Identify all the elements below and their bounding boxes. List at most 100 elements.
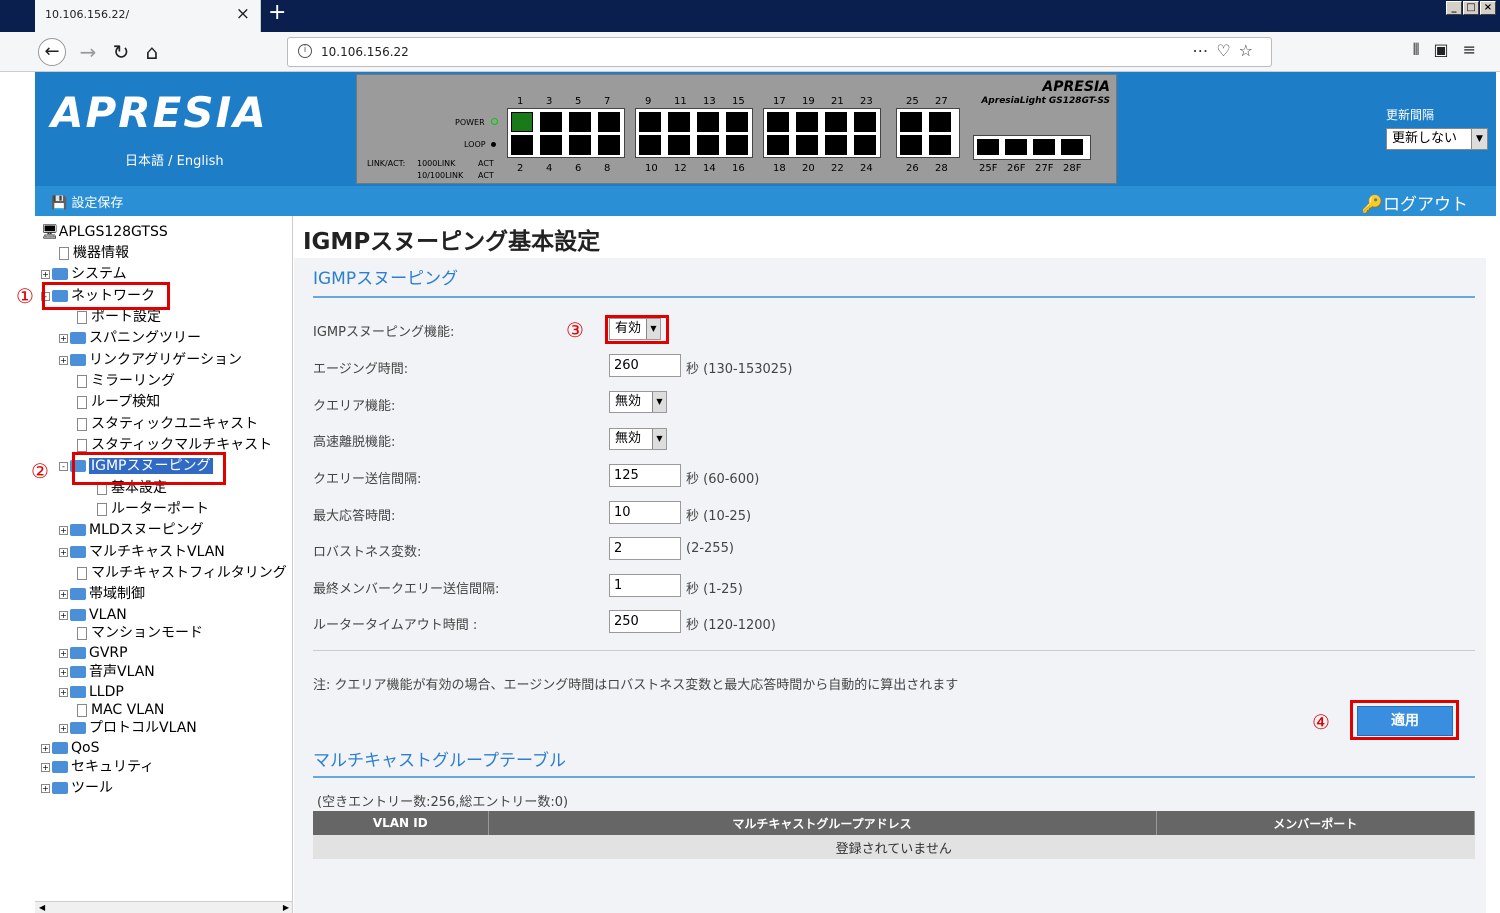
sidebar-item-port-settings[interactable]: ポート設定	[77, 308, 161, 326]
port-21-icon	[825, 112, 847, 132]
scroll-right-icon[interactable]: ▶	[283, 903, 289, 912]
sidebar-item-label: マンションモード	[91, 625, 203, 641]
sidebar-item-system[interactable]: + システム	[41, 265, 127, 283]
port-number-top: 1	[517, 96, 524, 107]
sfp-port-number: 27F	[1035, 163, 1054, 174]
sidebar-item-mirroring[interactable]: ミラーリング	[77, 372, 175, 390]
sidebar-item-mac-vlan[interactable]: MAC VLAN	[77, 701, 164, 719]
info-icon[interactable]: i	[298, 44, 312, 58]
sidebar-item-security[interactable]: + セキュリティ	[41, 758, 154, 776]
tab-close-icon[interactable]: ×	[236, 4, 250, 24]
col-vlan-id: VLAN ID	[313, 811, 489, 835]
max-resp-input[interactable]: 10	[609, 501, 681, 524]
browser-tab[interactable]: 10.106.156.22/ ×	[35, 0, 261, 32]
chevron-down-icon[interactable]: ▼	[652, 429, 666, 449]
document-icon	[77, 374, 87, 388]
expand-icon[interactable]: +	[59, 610, 68, 620]
sidebar-item-device-info[interactable]: 機器情報	[59, 244, 129, 262]
sidebar-item-mld-snooping[interactable]: + MLDスヌーピング	[59, 521, 204, 539]
scroll-left-icon[interactable]: ◀	[39, 903, 45, 912]
new-tab-icon[interactable]: +	[268, 0, 286, 25]
forward-arrow-icon[interactable]: →	[74, 38, 102, 66]
max-resp-unit: 秒 (10-25)	[686, 509, 752, 524]
reload-icon[interactable]: ↻	[107, 38, 135, 66]
annotation-number-3: ③	[566, 318, 584, 342]
sidebar-item-bandwidth[interactable]: + 帯域制御	[59, 585, 145, 603]
chevron-down-icon[interactable]: ▼	[1471, 129, 1487, 149]
port-12-icon	[668, 135, 690, 155]
chevron-down-icon[interactable]: ▼	[652, 392, 666, 412]
sidebar-item-mansion-mode[interactable]: マンションモード	[77, 624, 203, 642]
expand-icon[interactable]: +	[41, 762, 50, 772]
note-divider	[313, 650, 1475, 651]
folder-icon	[70, 332, 86, 344]
aging-input[interactable]: 260	[609, 354, 681, 377]
sidebar-scrollbar[interactable]: ◀ ▶	[35, 901, 292, 913]
querier-select[interactable]: 無効 ▼	[609, 391, 667, 413]
maximize-icon[interactable]: □	[1463, 1, 1479, 15]
expand-icon[interactable]: +	[59, 355, 68, 365]
sidebar-item-static-unicast[interactable]: スタティックユニキャスト	[77, 415, 258, 433]
expand-icon[interactable]: +	[59, 723, 68, 733]
sfp-port-number: 26F	[1007, 163, 1026, 174]
expand-icon[interactable]: +	[59, 525, 68, 535]
port-14-icon	[697, 135, 719, 155]
expand-icon[interactable]: +	[59, 333, 68, 343]
router-timeout-input[interactable]: 250	[609, 610, 681, 633]
sidebar-item-spanning-tree[interactable]: + スパニングツリー	[59, 329, 201, 347]
sidebar-item-gvrp[interactable]: + GVRP	[59, 644, 128, 662]
close-window-icon[interactable]: ×	[1480, 1, 1496, 15]
tree-root[interactable]: 🖥APLGS128GTSS	[41, 223, 168, 241]
sidebar-item-loop-detect[interactable]: ループ検知	[77, 393, 160, 411]
document-icon	[77, 417, 87, 431]
sidebar-item-qos[interactable]: + QoS	[41, 739, 99, 757]
sidebar-item-multicast-filtering[interactable]: マルチキャストフィルタリング	[77, 564, 287, 582]
back-arrow-icon[interactable]: ←	[38, 38, 66, 66]
sidebar-item-router-port[interactable]: ルーターポート	[97, 500, 209, 518]
annotation-number-1: ①	[16, 284, 34, 308]
sidebar-item-link-aggregation[interactable]: + リンクアグリゲーション	[59, 351, 242, 369]
url-text: 10.106.156.22	[321, 45, 409, 59]
refresh-interval-select[interactable]: 更新しない ▼	[1386, 128, 1488, 150]
home-icon[interactable]: ⌂	[138, 38, 166, 66]
minimize-icon[interactable]: _	[1446, 1, 1462, 15]
toolbar-icons[interactable]: ⫴▣≡	[1413, 40, 1490, 60]
port-9-icon	[639, 112, 661, 132]
sidebar-item-lldp[interactable]: + LLDP	[59, 683, 124, 701]
act-label-2: ACT	[478, 171, 494, 180]
port-8-icon	[598, 135, 620, 155]
save-config-button[interactable]: 💾 設定保存	[51, 192, 123, 211]
collapse-icon[interactable]: -	[59, 461, 68, 471]
fastleave-select[interactable]: 無効 ▼	[609, 428, 667, 450]
port-26-icon	[900, 135, 922, 155]
save-label: 設定保存	[71, 196, 124, 211]
sidebar-item-multicast-vlan[interactable]: + マルチキャストVLAN	[59, 543, 225, 561]
sidebar-item-protocol-vlan[interactable]: + プロトコルVLAN	[59, 719, 197, 737]
entry-count: (空きエントリー数:256,総エントリー数:0)	[317, 795, 569, 810]
expand-icon[interactable]: +	[59, 648, 68, 658]
language-switch[interactable]: 日本語 / English	[125, 150, 224, 169]
loop-label: LOOP	[464, 140, 486, 149]
annotation-box-1	[42, 282, 170, 310]
max-resp-label: 最大応答時間:	[313, 509, 396, 524]
url-bar[interactable]: i 10.106.156.22 ⋯♡☆	[287, 37, 1272, 67]
expand-icon[interactable]: +	[59, 547, 68, 557]
expand-icon[interactable]: +	[59, 687, 68, 697]
window-controls: _ □ ×	[1446, 1, 1496, 15]
page-actions-icon[interactable]: ⋯♡☆	[1192, 41, 1261, 60]
expand-icon[interactable]: +	[59, 667, 68, 677]
port-18-icon	[767, 135, 789, 155]
expand-icon[interactable]: +	[41, 743, 50, 753]
expand-icon[interactable]: +	[41, 783, 50, 793]
expand-icon[interactable]: +	[59, 589, 68, 599]
robustness-input[interactable]: 2	[609, 537, 681, 560]
expand-icon[interactable]: +	[41, 269, 50, 279]
sidebar-item-voice-vlan[interactable]: + 音声VLAN	[59, 663, 155, 681]
last-member-input[interactable]: 1	[609, 574, 681, 597]
sidebar-item-label: MAC VLAN	[91, 702, 165, 718]
query-interval-input[interactable]: 125	[609, 464, 681, 487]
folder-icon	[52, 268, 68, 280]
sidebar-item-vlan[interactable]: + VLAN	[59, 606, 127, 624]
sidebar-item-tools[interactable]: + ツール	[41, 779, 113, 797]
logout-button[interactable]: 🔑ログアウト	[1362, 190, 1468, 215]
